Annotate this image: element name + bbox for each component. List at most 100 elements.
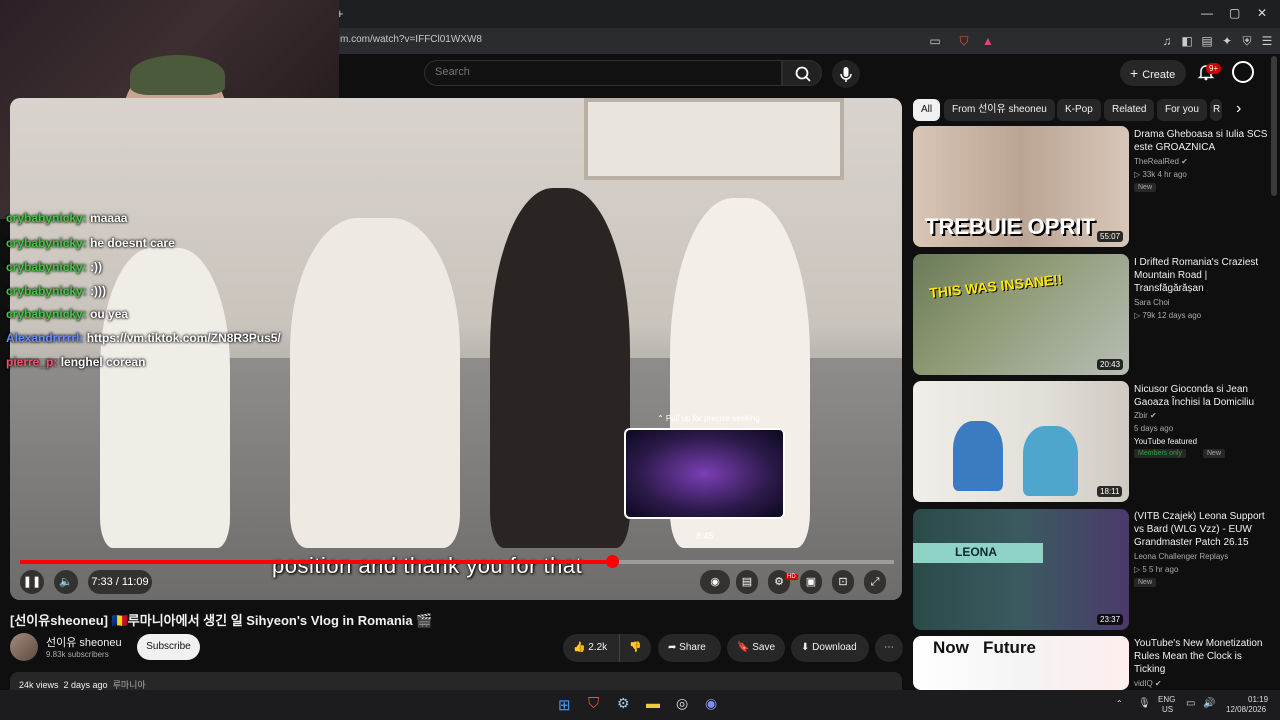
miniplayer-icon: ▣ (805, 576, 817, 588)
brave-shield-icon[interactable]: ⛉ (956, 33, 972, 49)
seek-hint: ⌃ Pull up for precise seeking (657, 414, 760, 423)
progress-played (20, 560, 612, 564)
rec-title[interactable]: Drama Gheboasa si Iulia SCS este GROAZNI… (1134, 128, 1274, 154)
chat-username: crybabynicky: (6, 284, 87, 298)
chip-partial[interactable]: R (1210, 99, 1222, 121)
autoplay-icon: ◉ (710, 576, 720, 588)
tray-mic-icon[interactable]: 🎙 (1138, 698, 1151, 709)
chip-related[interactable]: Related (1104, 99, 1155, 121)
tray-network-icon[interactable]: ▭ (1186, 698, 1195, 709)
tray-time[interactable]: 01:19 (1248, 695, 1268, 704)
rec-title[interactable]: YouTube's New Monetization Rules Mean th… (1134, 637, 1274, 676)
save-button[interactable]: 🔖 Save (727, 634, 785, 662)
chat-text: he doesnt care (90, 236, 175, 250)
chevron-right-icon[interactable]: › (1236, 100, 1241, 118)
wall-painting (584, 98, 844, 180)
pause-button[interactable]: ❚❚ (20, 570, 44, 594)
channel-avatar[interactable] (10, 633, 38, 661)
search-box[interactable] (424, 60, 782, 86)
miniplayer-button[interactable]: ▣ (800, 570, 822, 594)
person-2 (290, 218, 460, 548)
rec-thumbnail[interactable] (913, 381, 1129, 502)
search-button[interactable] (782, 60, 822, 86)
tray-language[interactable]: ENG (1158, 695, 1175, 704)
download-label: Download (812, 642, 857, 653)
close-icon[interactable]: ✕ (1257, 6, 1267, 20)
rec-channel[interactable]: Sara Choi (1134, 298, 1170, 307)
chat-message: pierre_p: lenghel corean (6, 355, 145, 369)
tray-date: 12/08/2026 (1226, 705, 1267, 714)
minimize-icon[interactable]: — (1201, 6, 1213, 20)
rec-channel[interactable]: Leona Challenger Replays (1134, 552, 1228, 561)
person-3 (490, 188, 630, 548)
brave-taskbar-icon[interactable]: ⛉ (588, 695, 599, 712)
microphone-icon (840, 67, 852, 82)
chat-text: :)) (90, 260, 103, 274)
chip-kpop[interactable]: K-Pop (1057, 99, 1101, 121)
taskbar: ⊞ ⛉ ⚙ ▬ ◎ ◉ ⌃ 🎙 ENG US ▭ 🔊 01:19 12/08/2… (0, 690, 1280, 720)
share-button[interactable]: ➦ Share (658, 634, 721, 662)
chat-text: https://vm.tiktok.com/ZN8R3Pus5/ (86, 331, 281, 345)
account-avatar[interactable] (1232, 61, 1254, 83)
sidebar-icon[interactable]: ◧ (1179, 33, 1195, 49)
cast-button[interactable]: ⊡ (832, 570, 854, 594)
chat-message: crybabynicky: :))) (6, 284, 106, 298)
voice-search-button[interactable] (832, 60, 860, 88)
rec-channel[interactable]: TheRealRed ✔ (1134, 157, 1188, 166)
chat-message: crybabynicky: maaaa (6, 211, 127, 225)
rec-thumbnail[interactable]: TREBUIE OPRIT (913, 126, 1129, 247)
hd-badge: HD (785, 574, 798, 580)
chat-message: Alexandrrrrrl: https://vm.tiktok.com/ZN8… (6, 331, 281, 345)
file-explorer-icon[interactable]: ▬ (646, 695, 660, 711)
steam-icon[interactable]: ⚙ (617, 695, 630, 712)
chip-for-you[interactable]: For you (1157, 99, 1207, 121)
more-actions-button[interactable]: ⋯ (875, 634, 903, 662)
rec-title[interactable]: (VITB Czajek) Leona Support vs Bard (WLG… (1134, 510, 1274, 549)
menu-icon[interactable]: ☰ (1259, 33, 1275, 49)
page-scrollbar[interactable] (1271, 56, 1277, 196)
leo-ai-icon[interactable]: ✦ (1219, 33, 1235, 49)
fullscreen-button[interactable]: ⤢ (864, 570, 886, 594)
rec-thumbnail[interactable]: LEONA (913, 509, 1129, 630)
subscribe-button[interactable]: Subscribe (137, 634, 200, 660)
view-count: 24k views (19, 680, 59, 690)
wallet-icon[interactable]: ▤ (1199, 33, 1215, 49)
vpn-icon[interactable]: ⛨ (1239, 33, 1255, 49)
channel-name[interactable]: 선이유 sheoneu (46, 634, 122, 650)
create-button[interactable]: + Create (1120, 60, 1186, 86)
video-player[interactable] (10, 98, 902, 600)
volume-icon: 🔈 (59, 576, 73, 588)
thumbnail-person (1023, 426, 1078, 496)
url-text[interactable]: m.com/watch?v=IFFCl01WXW8 (340, 34, 482, 45)
rec-thumbnail[interactable]: THIS WAS INSANE!! (913, 254, 1129, 375)
chip-all[interactable]: All (913, 99, 941, 121)
tray-volume-icon[interactable]: 🔊 (1203, 698, 1215, 709)
video-tag[interactable]: 루마니아 (113, 680, 146, 690)
rec-title[interactable]: Nicusor Gioconda si Jean Gaoaza Închisi … (1134, 383, 1274, 409)
rec-channel[interactable]: Zbir ✔ (1134, 411, 1157, 420)
rec-thumbnail[interactable]: Now Future (913, 636, 1129, 690)
rec-title[interactable]: I Drifted Romania's Craziest Mountain Ro… (1134, 256, 1274, 295)
obs-icon[interactable]: ◎ (676, 695, 688, 712)
windows-start-icon[interactable]: ⊞ (558, 696, 571, 714)
tray-chevron-up-icon[interactable]: ⌃ (1116, 699, 1123, 708)
download-button[interactable]: ⬇ Download (791, 634, 869, 662)
download-icon: ⬇ (801, 642, 810, 653)
dislike-button[interactable]: 👎 (619, 634, 651, 662)
discord-icon[interactable]: ◉ (705, 695, 717, 712)
maximize-icon[interactable]: ▢ (1229, 6, 1240, 20)
autoplay-toggle[interactable]: ◉ (700, 570, 730, 594)
screen-cast-icon[interactable]: ▭ (927, 33, 943, 49)
seek-preview-thumbnail (624, 428, 785, 519)
music-icon[interactable]: ♫ (1159, 33, 1175, 49)
progress-scrubber[interactable] (605, 555, 619, 568)
search-input[interactable] (435, 66, 765, 78)
subtitles-button[interactable]: ▤ (736, 570, 758, 594)
chip-from-channel[interactable]: From 선이유 sheoneu (944, 99, 1055, 121)
brave-rewards-icon[interactable]: ▲ (980, 33, 996, 49)
rec-channel[interactable]: vidIQ ✔ (1134, 679, 1162, 688)
notification-count-badge: 9+ (1206, 63, 1222, 74)
like-button[interactable]: 👍 2.2k (563, 634, 619, 662)
volume-button[interactable]: 🔈 (54, 570, 78, 594)
chat-text: ou yea (90, 307, 129, 321)
